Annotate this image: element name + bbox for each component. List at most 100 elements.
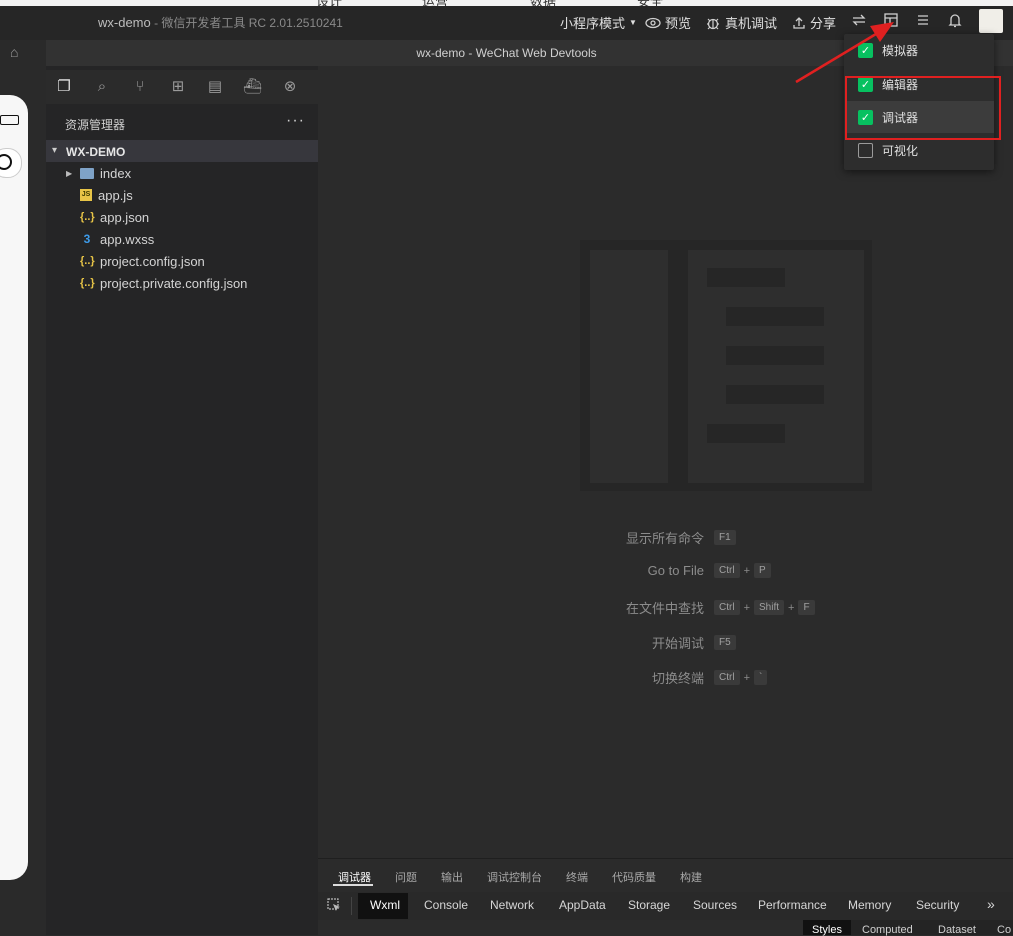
background-window-strip: 设计 运营 数据 安全 <box>0 0 1013 6</box>
folder-index[interactable]: ▶ index <box>66 162 131 184</box>
subtab-more[interactable]: Co <box>997 924 1011 936</box>
shortcut-find-in-files: 在文件中查找 Ctrl + Shift + F <box>614 598 815 617</box>
key: Ctrl <box>714 600 740 615</box>
menu-icon[interactable] <box>915 12 931 28</box>
chevron-down-icon: ▾ <box>52 145 58 156</box>
shortcut-label: Go to File <box>647 563 704 578</box>
key: Ctrl <box>714 563 740 578</box>
file-app-js[interactable]: JS app.js <box>80 184 133 206</box>
explorer-title: 资源管理器 <box>65 118 126 132</box>
more-tabs-button[interactable]: » <box>987 896 995 912</box>
panel-tab-debug-console[interactable]: 调试控制台 <box>487 869 542 885</box>
panel-tab-build[interactable]: 构建 <box>680 869 702 885</box>
file-label: app.json <box>100 209 150 225</box>
panel-tab-code-quality[interactable]: 代码质量 <box>612 869 656 885</box>
bg-tab-ops: 运营 <box>422 0 448 6</box>
menu-item-label: 可视化 <box>882 143 919 158</box>
logo-line <box>707 268 785 287</box>
eye-icon <box>645 17 661 28</box>
bg-tab-data: 数据 <box>530 0 556 6</box>
shortcut-label: 显示所有命令 <box>625 531 704 546</box>
annotation-arrow-icon <box>795 22 894 84</box>
real-debug-button[interactable]: 真机调试 <box>705 13 777 32</box>
bell-icon[interactable] <box>947 12 963 28</box>
file-label: project.private.config.json <box>100 275 248 291</box>
storage-icon[interactable]: ▤ <box>206 78 224 96</box>
logo-left-panel <box>590 250 668 483</box>
panel-tab-output[interactable]: 输出 <box>441 869 463 885</box>
key: Shift <box>754 600 785 615</box>
key: F5 <box>714 635 736 650</box>
mode-select[interactable]: 小程序模式 ▼ <box>560 13 637 32</box>
devtools-tab-security[interactable]: Security <box>916 898 959 912</box>
bug-icon <box>707 18 719 29</box>
key: F <box>798 600 815 615</box>
file-project-config[interactable]: {..} project.config.json <box>80 250 205 272</box>
key: F1 <box>714 530 736 545</box>
file-app-json[interactable]: {..} app.json <box>80 206 149 228</box>
file-label: index <box>100 165 132 181</box>
subtab-styles[interactable]: Styles <box>812 924 842 936</box>
phone-screen[interactable] <box>0 95 28 880</box>
file-app-wxss[interactable]: 3 app.wxss <box>80 228 155 250</box>
panel-tab-debugger[interactable]: 调试器 <box>338 869 371 885</box>
app-title: wx-demo - 微信开发者工具 RC 2.01.2510241 <box>98 14 343 31</box>
chevron-right-icon: ▶ <box>66 168 73 178</box>
devtools-tab-wxml[interactable]: Wxml <box>370 898 400 912</box>
devtools-tab-network[interactable]: Network <box>490 898 534 912</box>
file-label: project.config.json <box>100 253 205 269</box>
docker-icon[interactable]: ⛴ <box>243 78 262 96</box>
panel-tab-terminal[interactable]: 终端 <box>566 869 588 885</box>
logo-line <box>726 385 824 404</box>
json-file-icon: {..} <box>80 277 95 289</box>
shortcut-start-debug: 开始调试 F5 <box>614 633 736 652</box>
real-debug-label: 真机调试 <box>725 16 778 31</box>
plus-sign: + <box>743 564 750 577</box>
preview-label: 预览 <box>665 16 692 31</box>
checkbox-unchecked-icon[interactable] <box>858 142 873 158</box>
search-icon[interactable]: ⌕ <box>93 78 111 96</box>
devtools-tab-console[interactable]: Console <box>424 898 468 912</box>
logo-line <box>707 424 785 443</box>
devtools-tab-storage[interactable]: Storage <box>628 898 670 912</box>
file-project-private-config[interactable]: {..} project.private.config.json <box>80 272 247 294</box>
mode-label: 小程序模式 <box>560 16 626 31</box>
plugin-icon[interactable]: ⊗ <box>281 78 299 96</box>
devtools-tab-performance[interactable]: Performance <box>758 898 827 912</box>
project-name: WX-DEMO <box>66 145 126 159</box>
devtools-tab-memory[interactable]: Memory <box>848 898 891 912</box>
plus-sign: + <box>788 601 795 614</box>
files-icon[interactable]: ❐ <box>55 78 73 96</box>
app-version: - 微信开发者工具 RC 2.01.2510241 <box>150 16 343 30</box>
file-label: app.js <box>98 187 133 203</box>
panel-tab-problems[interactable]: 问题 <box>395 869 417 885</box>
explorer-more-button[interactable]: ··· <box>286 112 305 130</box>
plus-sign: + <box>743 601 750 614</box>
js-file-icon: JS <box>80 189 92 201</box>
shortcut-show-commands: 显示所有命令 F1 <box>614 528 736 547</box>
css-file-icon: 3 <box>83 232 91 246</box>
inspect-element-icon[interactable] <box>327 898 341 912</box>
avatar[interactable] <box>979 9 1003 33</box>
shortcut-label: 切换终端 <box>651 671 704 686</box>
shortcut-label: 在文件中查找 <box>625 601 704 616</box>
key: P <box>754 563 771 578</box>
key: Ctrl <box>714 670 740 685</box>
shortcut-label: 开始调试 <box>651 636 704 651</box>
json-file-icon: {..} <box>80 211 95 223</box>
app-name: wx-demo <box>98 15 151 30</box>
subtab-computed[interactable]: Computed <box>862 924 913 936</box>
git-branch-icon[interactable]: ⑂ <box>131 78 149 96</box>
preview-button[interactable]: 预览 <box>645 13 691 32</box>
subtab-dataset[interactable]: Dataset <box>938 924 976 936</box>
logo-line <box>726 307 824 326</box>
divider <box>351 897 352 915</box>
devtools-tab-sources[interactable]: Sources <box>693 898 737 912</box>
extensions-icon[interactable]: ⊞ <box>169 78 187 96</box>
menu-item-visual[interactable]: 可视化 <box>858 142 918 158</box>
devtools-tab-appdata[interactable]: AppData <box>559 898 606 912</box>
plus-sign: + <box>743 671 750 684</box>
logo-line <box>726 346 824 365</box>
battery-icon <box>0 115 19 125</box>
bg-tab-security: 安全 <box>637 0 663 6</box>
